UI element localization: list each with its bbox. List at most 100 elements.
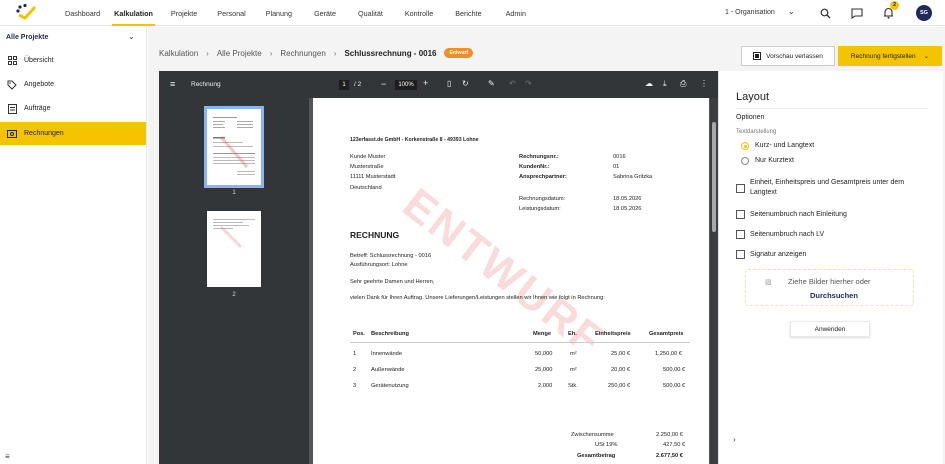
pdf-viewer: ≡ Rechnung 1 / 2 − 100% + ▯ ↻ ✎ ↶ ↷ ☁ ⤓ … [159, 71, 718, 464]
checkbox-label[interactable]: Signatur anzeigen [750, 250, 930, 260]
redo-icon[interactable]: ↷ [525, 79, 532, 88]
zoom-input[interactable]: 100% [395, 80, 417, 90]
grid-icon [7, 56, 17, 66]
breadcrumb-rechnungen[interactable]: Rechnungen [280, 49, 325, 58]
checkbox-label[interactable]: Seitenumbruch nach LV [750, 230, 930, 240]
radio-label[interactable]: Nur Kurztext [755, 157, 794, 164]
apply-button[interactable]: Anwenden [790, 321, 870, 337]
date-value: 18.05.2026 [613, 196, 642, 202]
checkbox-umbruch-lv[interactable] [736, 230, 745, 239]
nav-admin[interactable]: Admin [499, 0, 533, 26]
radio-label[interactable]: Kurz- und Langtext [755, 142, 814, 149]
sidebar-item-uebersicht[interactable]: Übersicht [0, 49, 146, 72]
text-display-label: Textdarstellung [736, 129, 777, 135]
sidebar-item-angebote[interactable]: Angebote [0, 73, 146, 96]
scrollbar-thumb[interactable] [712, 122, 716, 232]
breadcrumb-kalkulation[interactable]: Kalkulation [159, 49, 198, 58]
avatar[interactable]: SG [916, 5, 932, 21]
total-key: Zwischensumme [571, 432, 614, 438]
options-label: Optionen [736, 114, 765, 121]
zoom-in-icon[interactable]: + [423, 78, 428, 88]
draft-watermark: ENTWURF [393, 179, 614, 367]
table-header: Gesamtpreis [649, 331, 684, 337]
nav-dashboard[interactable]: Dashboard [58, 0, 107, 26]
chevron-right-icon: › [206, 48, 209, 58]
checkbox-label[interactable]: Seitenumbruch nach Einleitung [750, 210, 930, 220]
rotate-icon[interactable]: ↻ [462, 79, 469, 88]
thumbnail-preview [213, 219, 255, 249]
sidebar-item-label: Übersicht [24, 57, 54, 64]
pdf-scrollbar[interactable] [710, 98, 718, 464]
collapse-sidebar-icon[interactable]: ≡ [5, 452, 10, 461]
project-selector[interactable]: Alle Projekte [6, 34, 48, 41]
page-number-input[interactable]: 1 [339, 80, 349, 90]
search-icon[interactable] [818, 6, 832, 20]
greeting-line: Sehr geehrte Damen und Herren, [350, 279, 435, 285]
page-thumbnail-1[interactable] [204, 106, 264, 188]
nav-geraete[interactable]: Geräte [307, 0, 343, 26]
radio-kurz-langtext[interactable] [741, 142, 749, 150]
table-cell: 50,000 [535, 351, 553, 357]
checkbox-einheit[interactable] [736, 184, 745, 193]
table-cell: 1 [353, 351, 357, 357]
image-icon: ▧ [765, 279, 772, 286]
table-header: Beschreibung [371, 331, 409, 337]
chevron-right-icon[interactable]: › [733, 435, 736, 444]
zoom-out-icon[interactable]: − [381, 79, 386, 89]
checkbox-label[interactable]: Einheit, Einheitspreis und Gesamtpreis u… [750, 178, 930, 198]
table-cell: 25,00 € [611, 351, 630, 357]
table-header: Pos. [353, 331, 366, 337]
document-heading: RECHNUNG [350, 230, 400, 240]
table-cell: 1.250,00 € [655, 351, 682, 357]
table-cell: Stk. [568, 383, 578, 389]
radio-nur-kurztext[interactable] [741, 157, 749, 165]
thumbnail-label: 1 [232, 190, 236, 196]
nav-berichte[interactable]: Berichte [448, 0, 488, 26]
tag-icon [7, 80, 17, 90]
browse-link[interactable]: Durchsuchen [810, 291, 858, 300]
chevron-down-icon[interactable]: ⌄ [128, 32, 135, 41]
download-icon[interactable]: ⤓ [663, 79, 667, 89]
organisation-selector[interactable]: 1 - Organisation [725, 9, 775, 16]
panel-title: Layout [736, 91, 770, 103]
nav-kontrolle[interactable]: Kontrolle [398, 0, 440, 26]
save-icon[interactable]: ☁ [645, 79, 653, 88]
table-cell: 3 [353, 383, 357, 389]
thumbnail-label: 2 [232, 292, 236, 298]
image-dropzone[interactable]: ▧ Ziehe Bilder hierher oder Durchsuchen [745, 269, 914, 306]
fit-page-icon[interactable]: ▯ [447, 79, 451, 88]
meta-key: KundenNr.: [519, 164, 550, 170]
checkbox-signatur[interactable] [736, 250, 745, 259]
nav-qualitaet[interactable]: Qualität [351, 0, 390, 26]
preview-icon [753, 52, 762, 60]
finish-invoice-button[interactable]: Rechnung fertigstellen ⌄ [838, 46, 942, 66]
meta-value: 01 [613, 164, 620, 170]
app-logo[interactable] [16, 3, 38, 21]
date-key: Leistungsdatum: [519, 206, 561, 212]
nav-kalkulation[interactable]: Kalkulation [107, 0, 160, 26]
table-cell: 25,000 [535, 367, 553, 373]
sidebar-item-auftraege[interactable]: Aufträge [0, 97, 146, 120]
nav-personal[interactable]: Personal [210, 0, 252, 26]
date-value: 18.05.2026 [613, 206, 642, 212]
leave-preview-label: Vorschau verlassen [766, 52, 823, 60]
breadcrumb-alle-projekte[interactable]: Alle Projekte [217, 49, 262, 58]
table-cell: m² [570, 351, 577, 357]
more-options-icon[interactable]: ⋮ [700, 79, 708, 88]
leave-preview-button[interactable]: Vorschau verlassen [741, 46, 835, 66]
nav-planung[interactable]: Planung [259, 0, 299, 26]
menu-icon[interactable]: ≡ [170, 79, 175, 89]
print-icon[interactable]: ⎙ [680, 79, 686, 89]
sidebar-item-rechnungen[interactable]: Rechnungen [0, 122, 146, 145]
table-cell: 20,00 € [611, 367, 630, 373]
checkbox-umbruch-einleitung[interactable] [736, 210, 745, 219]
annotate-icon[interactable]: ✎ [488, 79, 495, 88]
undo-icon[interactable]: ↶ [509, 79, 516, 88]
nav-projekte[interactable]: Projekte [164, 0, 204, 26]
chevron-down-icon: ⌄ [923, 53, 930, 60]
chevron-down-icon[interactable]: ⌄ [788, 7, 795, 16]
page-thumbnail-2[interactable] [207, 211, 261, 287]
table-cell: Innenwände [371, 351, 402, 357]
chat-icon[interactable] [850, 6, 864, 20]
address-line: 11111 Musterstadt [350, 174, 396, 180]
